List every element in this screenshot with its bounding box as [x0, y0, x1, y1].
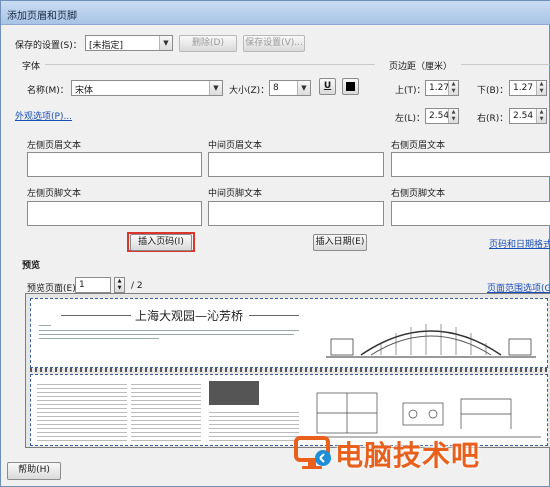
monitor-logo-icon	[294, 436, 331, 469]
text-line	[39, 338, 159, 339]
margin-top-input[interactable]: 1.27 ▲ ▼	[425, 80, 459, 96]
preview-page-1: 上海大观园—沁芳桥	[30, 298, 548, 368]
page-date-format-link[interactable]: 页码和日期格式(	[489, 237, 550, 250]
help-button[interactable]: 帮助(H)	[7, 462, 61, 480]
preview-pane: 上海大观园—沁芳桥	[25, 293, 550, 448]
font-name-value: 宋体	[75, 86, 94, 96]
watermark-text: 电脑技术吧	[335, 439, 481, 472]
header-footer-dialog: 添加页眉和页脚 保存的设置(S)： [未指定] ▼ 删除(D) 保存设置(V).…	[0, 0, 550, 487]
margin-bottom-input[interactable]: 1.27 ▲ ▼	[509, 80, 547, 96]
preview-section-label: 预览	[22, 261, 41, 271]
margin-left-label: 左(L)：	[395, 114, 426, 124]
spin-arrows-icon[interactable]: ▲ ▼	[114, 277, 125, 293]
delete-button[interactable]: 删除(D)	[179, 35, 237, 52]
preview-page-input[interactable]: 1	[75, 277, 111, 293]
saved-settings-label: 保存的设置(S)：	[15, 41, 82, 51]
right-footer-input[interactable]	[391, 201, 550, 226]
font-size-label: 大小(Z)：	[229, 86, 270, 96]
right-header-label: 右侧页眉文本	[391, 141, 446, 151]
chevron-down-icon: ▼	[159, 36, 172, 50]
text-block	[131, 381, 201, 441]
margin-top-value: 1.27	[429, 83, 450, 93]
left-footer-label: 左侧页脚文本	[27, 189, 82, 199]
font-section-label: 字体	[22, 62, 41, 72]
left-header-label: 左侧页眉文本	[27, 141, 82, 151]
chevron-down-icon: ▼	[297, 81, 310, 95]
title-rule-left	[61, 315, 131, 316]
page-break-marker	[30, 368, 548, 372]
spin-arrows-icon[interactable]: ▲ ▼	[448, 81, 458, 95]
insert-page-number-button[interactable]: 插入页码(I)	[130, 234, 192, 251]
watermark: 电脑技术吧	[293, 432, 545, 476]
font-size-value: 8	[273, 83, 279, 93]
text-line	[39, 330, 299, 331]
text-block	[209, 409, 299, 441]
margin-top-label: 上(T)：	[395, 86, 426, 96]
center-footer-input[interactable]	[208, 201, 384, 226]
font-color-button[interactable]	[342, 78, 359, 95]
preview-page-total: / 2	[131, 281, 143, 291]
insert-date-button[interactable]: 插入日期(E)	[313, 234, 367, 251]
margin-right-input[interactable]: 2.54 ▲ ▼	[509, 108, 547, 124]
saved-settings-value: [未指定]	[89, 41, 124, 51]
margin-right-value: 2.54	[513, 111, 534, 121]
margin-bottom-label: 下(B)：	[477, 86, 509, 96]
bridge-drawing	[326, 324, 536, 358]
chevron-down-icon: ▼	[209, 81, 222, 95]
text-line	[39, 325, 51, 326]
underline-button[interactable]: U	[319, 78, 336, 95]
font-group-divider	[45, 64, 375, 65]
right-footer-label: 右侧页脚文本	[391, 189, 446, 199]
left-footer-input[interactable]	[27, 201, 202, 226]
saved-settings-select[interactable]: [未指定] ▼	[85, 35, 173, 51]
right-header-input[interactable]	[391, 152, 550, 177]
appearance-options-link[interactable]: 外观选项(P)...	[15, 109, 72, 122]
left-header-input[interactable]	[27, 152, 202, 177]
window-title: 添加页眉和页脚	[7, 11, 77, 22]
margins-group-divider	[461, 64, 550, 65]
margin-bottom-value: 1.27	[513, 83, 534, 93]
margin-left-value: 2.54	[429, 111, 450, 121]
center-footer-label: 中间页脚文本	[208, 189, 263, 199]
text-block	[37, 381, 127, 441]
spin-arrows-icon[interactable]: ▲ ▼	[536, 81, 546, 95]
font-name-label: 名称(M)：	[27, 86, 69, 96]
spin-arrows-icon[interactable]: ▲ ▼	[536, 109, 546, 123]
center-header-input[interactable]	[208, 152, 384, 177]
font-size-select[interactable]: 8 ▼	[269, 80, 311, 96]
text-line	[39, 334, 294, 335]
title-rule-right	[249, 315, 299, 316]
photo-thumbnail	[209, 381, 259, 405]
preview-page-value: 1	[79, 280, 85, 290]
color-swatch-icon	[346, 82, 355, 91]
margin-left-input[interactable]: 2.54 ▲ ▼	[425, 108, 459, 124]
spin-arrows-icon[interactable]: ▲ ▼	[448, 109, 458, 123]
font-name-select[interactable]: 宋体 ▼	[71, 80, 223, 96]
margin-right-label: 右(R)：	[477, 114, 509, 124]
preview-doc-title: 上海大观园—沁芳桥	[135, 309, 244, 323]
margins-section-label: 页边距（厘米）	[389, 62, 453, 72]
center-header-label: 中间页眉文本	[208, 141, 263, 151]
title-bar[interactable]: 添加页眉和页脚	[1, 1, 550, 25]
save-settings-button[interactable]: 保存设置(V)...	[243, 35, 305, 52]
